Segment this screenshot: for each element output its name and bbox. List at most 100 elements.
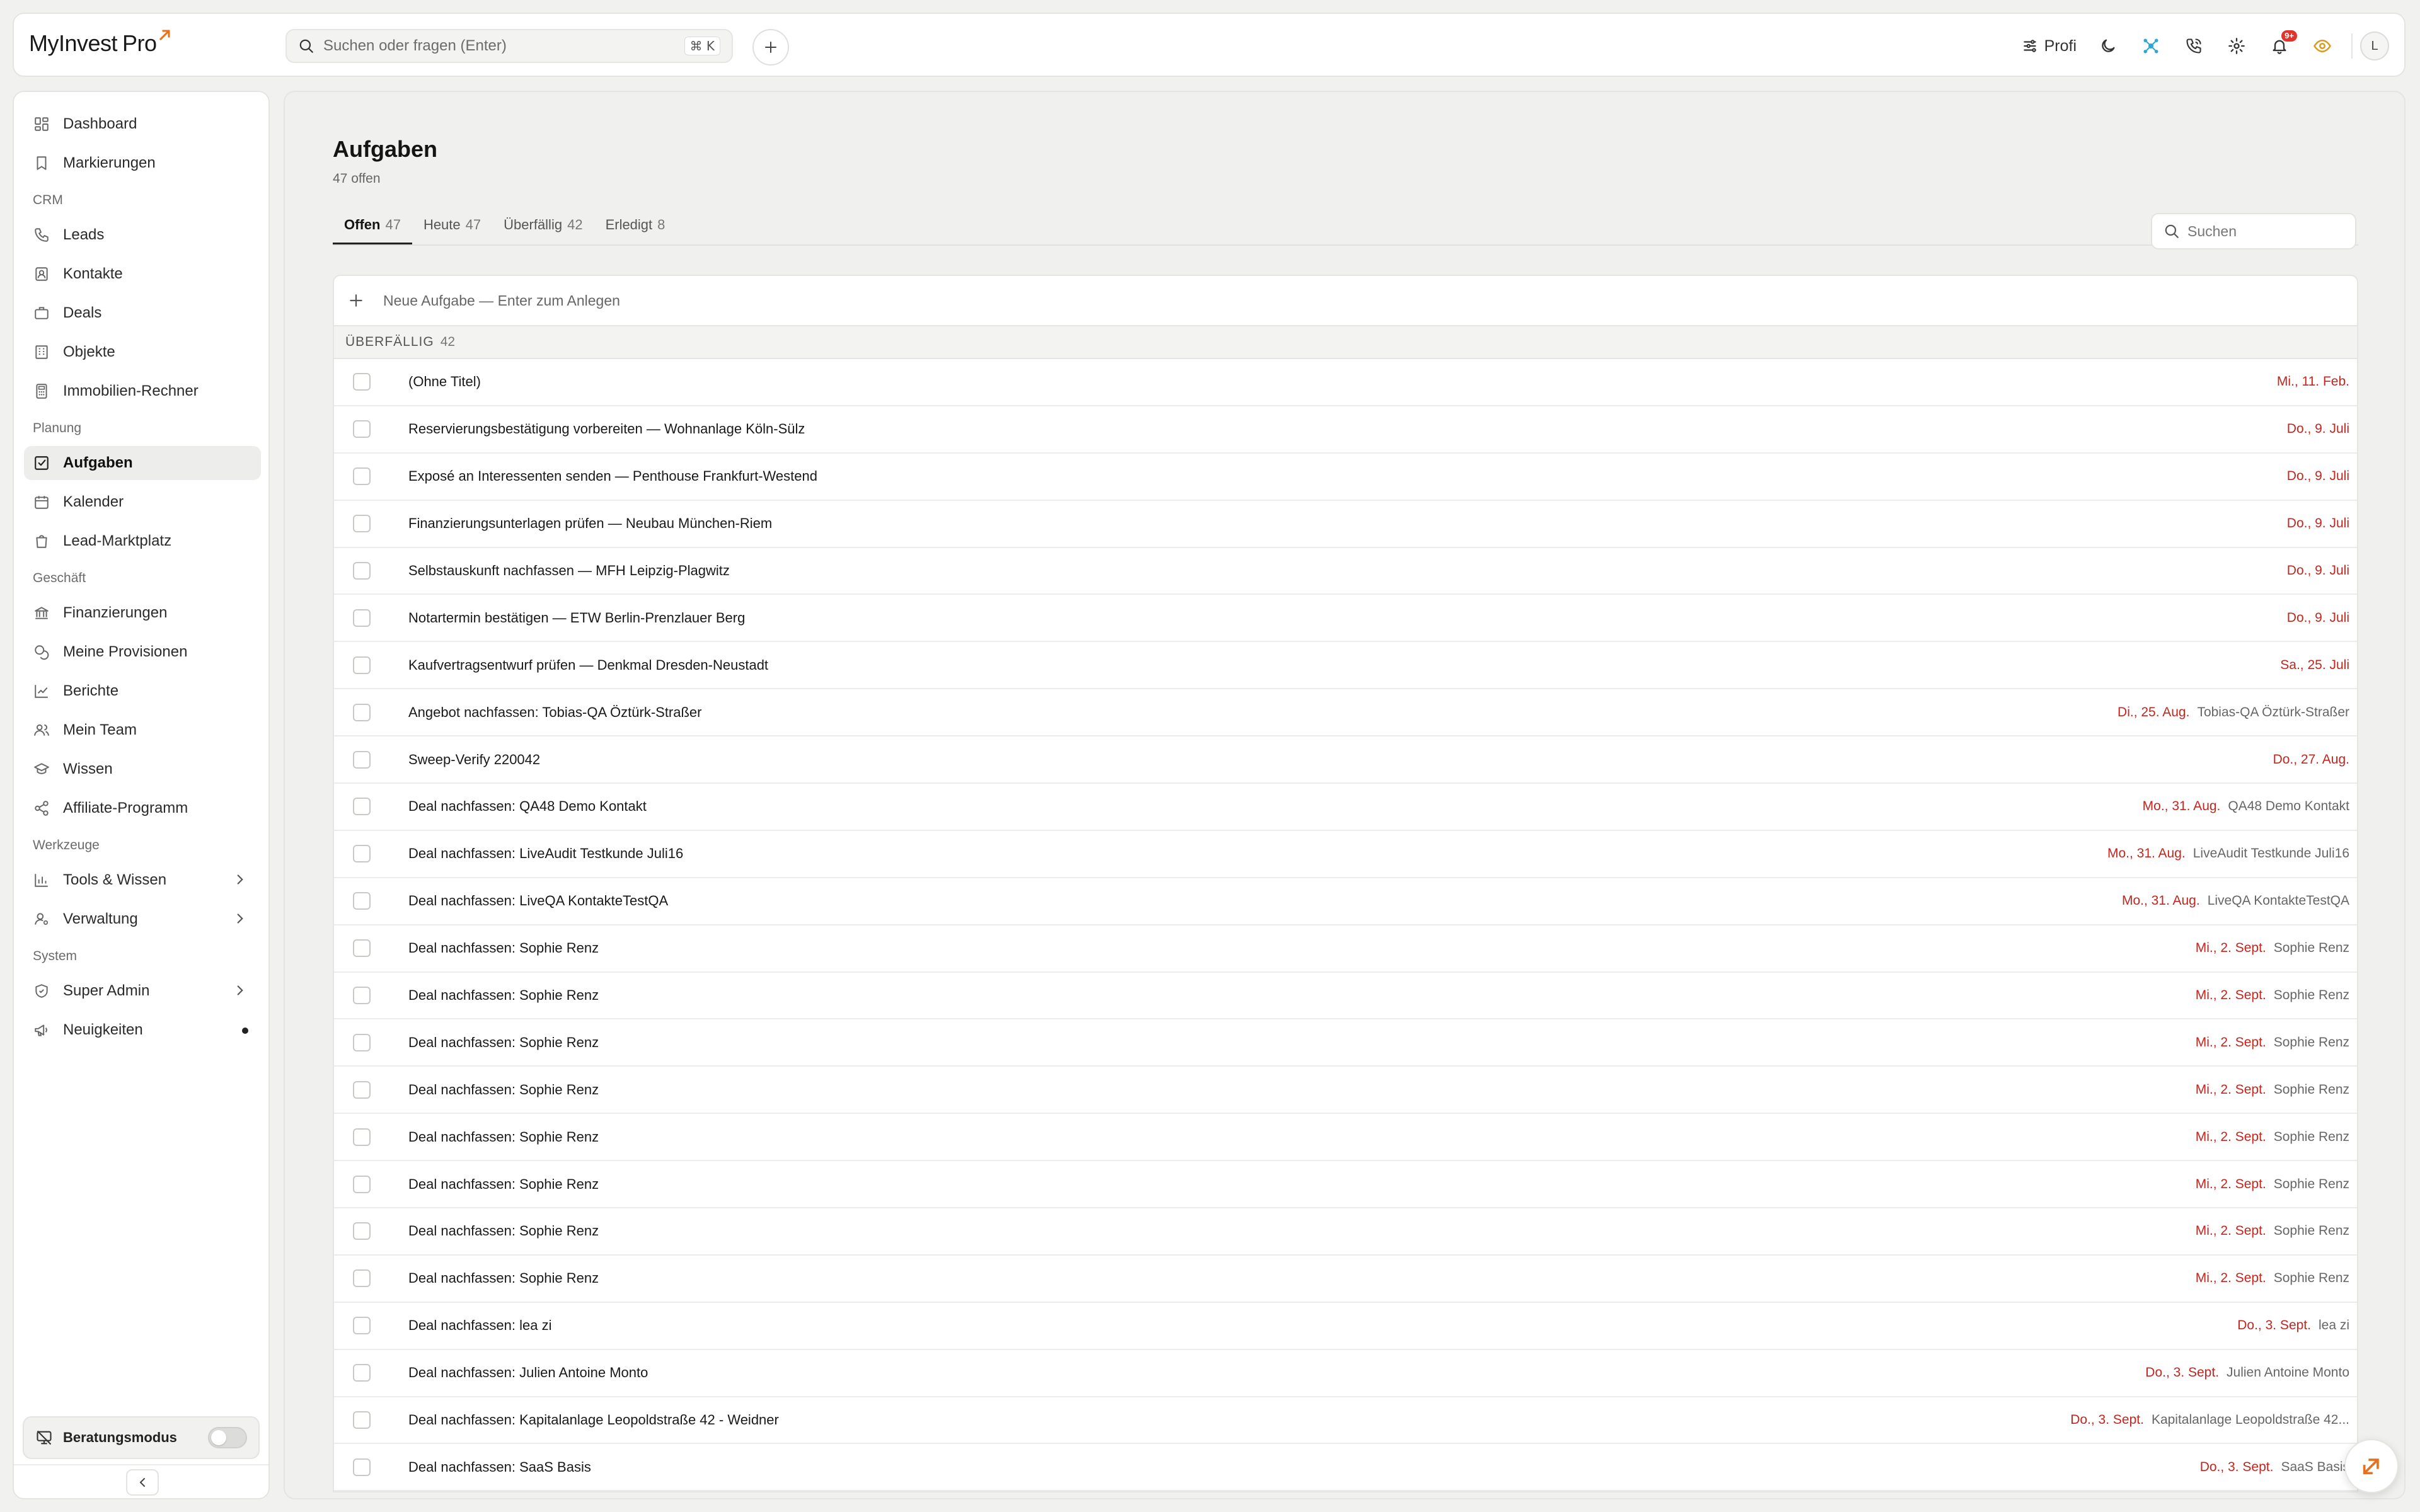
sidebar-item-kontakte[interactable]: Kontakte — [24, 257, 261, 291]
task-checkbox[interactable] — [353, 515, 371, 533]
tab-heute[interactable]: Heute 47 — [412, 209, 492, 244]
task-contact[interactable]: Sophie Renz — [2274, 1082, 2349, 1097]
task-checkbox[interactable] — [353, 656, 371, 674]
task-row[interactable]: Deal nachfassen: Sophie Renz Mi., 2. Sept… — [334, 1114, 2357, 1162]
task-row[interactable]: Deal nachfassen: Sophie Renz Mi., 2. Sept… — [334, 1161, 2357, 1209]
assistant-fab-button[interactable] — [2344, 1439, 2399, 1493]
settings-button[interactable] — [2215, 28, 2258, 64]
task-contact[interactable]: Tobias-QA Öztürk-Straßer — [2197, 705, 2349, 720]
visibility-button[interactable] — [2301, 28, 2344, 64]
task-checkbox[interactable] — [353, 1222, 371, 1240]
task-row[interactable]: Angebot nachfassen: Tobias-QA Öztürk-Str… — [334, 689, 2357, 737]
sidebar-item-markierungen[interactable]: Markierungen — [24, 146, 261, 180]
task-contact[interactable]: SaaS Basis — [2281, 1460, 2349, 1475]
task-checkbox[interactable] — [353, 892, 371, 910]
task-checkbox[interactable] — [353, 467, 371, 486]
sidebar-item-verwaltung[interactable]: Verwaltung — [24, 902, 261, 936]
task-row[interactable]: Finanzierungsunterlagen prüfen — Neubau … — [334, 501, 2357, 548]
task-row[interactable]: Deal nachfassen: Julien Antoine Monto Do.… — [334, 1350, 2357, 1397]
sidebar-item-meine-provisionen[interactable]: Meine Provisionen — [24, 635, 261, 669]
sidebar-item-finanzierungen[interactable]: Finanzierungen — [24, 596, 261, 630]
call-button[interactable] — [2172, 28, 2215, 64]
task-checkbox[interactable] — [353, 1458, 371, 1476]
new-task-input[interactable]: Neue Aufgabe — Enter zum Anlegen — [334, 276, 2357, 326]
ai-assistant-button[interactable] — [2129, 28, 2172, 64]
task-contact[interactable]: Sophie Renz — [2274, 1035, 2349, 1050]
sidebar-item-mein-team[interactable]: Mein Team — [24, 713, 261, 747]
task-row[interactable]: Deal nachfassen: Sophie Renz Mi., 2. Sept… — [334, 1019, 2357, 1067]
task-checkbox[interactable] — [353, 1317, 371, 1335]
sidebar-item-immobilien-rechner[interactable]: Immobilien-Rechner — [24, 374, 261, 408]
task-row[interactable]: Deal nachfassen: Sophie Renz Mi., 2. Sept… — [334, 925, 2357, 973]
task-row[interactable]: Deal nachfassen: Kapitalanlage Leopoldst… — [334, 1397, 2357, 1445]
task-checkbox[interactable] — [353, 1080, 371, 1099]
notifications-button[interactable]: 9+ — [2258, 28, 2301, 64]
task-row[interactable]: Deal nachfassen: LiveQA KontakteTestQA Mo… — [334, 878, 2357, 925]
task-checkbox[interactable] — [353, 939, 371, 958]
task-row[interactable]: (Ohne Titel) Mi., 11. Feb. — [334, 359, 2357, 406]
user-avatar[interactable]: L — [2360, 32, 2389, 60]
sidebar-item-berichte[interactable]: Berichte — [24, 674, 261, 708]
task-checkbox[interactable] — [353, 1364, 371, 1382]
task-row[interactable]: Selbstauskunft nachfassen — MFH Leipzig-… — [334, 548, 2357, 595]
task-row[interactable]: Deal nachfassen: lea zi Do., 3. Sept. lea … — [334, 1303, 2357, 1350]
profi-toggle-button[interactable]: Profi — [2012, 28, 2087, 64]
task-checkbox[interactable] — [353, 609, 371, 627]
task-contact[interactable]: Sophie Renz — [2274, 941, 2349, 956]
task-contact[interactable]: Kapitalanlage Leopoldstraße 42... — [2152, 1412, 2349, 1428]
tab-ueberfaellig[interactable]: Überfällig 42 — [492, 209, 594, 244]
task-checkbox[interactable] — [353, 1033, 371, 1051]
sidebar-item-super-admin[interactable]: Super Admin — [24, 974, 261, 1008]
quick-add-button[interactable] — [752, 29, 789, 66]
sidebar-item-deals[interactable]: Deals — [24, 296, 261, 330]
sidebar-item-wissen[interactable]: Wissen — [24, 752, 261, 786]
task-checkbox[interactable] — [353, 1128, 371, 1146]
task-contact[interactable]: Sophie Renz — [2274, 988, 2349, 1003]
task-contact[interactable]: Sophie Renz — [2274, 1271, 2349, 1286]
sidebar-item-leads[interactable]: Leads — [24, 218, 261, 252]
tab-erledigt[interactable]: Erledigt 8 — [594, 209, 677, 244]
task-contact[interactable]: Sophie Renz — [2274, 1130, 2349, 1145]
tab-offen[interactable]: Offen 47 — [333, 209, 412, 244]
task-contact[interactable]: LiveQA KontakteTestQA — [2208, 893, 2349, 908]
task-contact[interactable]: LiveAudit Testkunde Juli16 — [2193, 846, 2349, 861]
task-row[interactable]: Deal nachfassen: Sophie Renz Mi., 2. Sept… — [334, 1208, 2357, 1256]
task-checkbox[interactable] — [353, 987, 371, 1005]
sidebar-item-affiliate-programm[interactable]: Affiliate-Programm — [24, 791, 261, 825]
task-row[interactable]: Deal nachfassen: Sophie Renz Mi., 2. Sept… — [334, 973, 2357, 1020]
task-checkbox[interactable] — [353, 750, 371, 769]
sidebar-item-tools-wissen[interactable]: Tools & Wissen — [24, 863, 261, 897]
task-contact[interactable]: Sophie Renz — [2274, 1177, 2349, 1192]
collapse-sidebar-button[interactable] — [126, 1469, 159, 1496]
task-checkbox[interactable] — [353, 562, 371, 580]
task-checkbox[interactable] — [353, 420, 371, 438]
sidebar-item-objekte[interactable]: Objekte — [24, 335, 261, 369]
sidebar-item-aufgaben[interactable]: Aufgaben — [24, 446, 261, 480]
task-row[interactable]: Deal nachfassen: Sophie Renz Mi., 2. Sept… — [334, 1067, 2357, 1114]
task-contact[interactable]: Julien Antoine Monto — [2227, 1365, 2349, 1380]
task-contact[interactable]: Sophie Renz — [2274, 1223, 2349, 1239]
task-checkbox[interactable] — [353, 1411, 371, 1429]
global-search-input[interactable]: Suchen oder fragen (Enter) ⌘ K — [285, 29, 733, 63]
task-checkbox[interactable] — [353, 373, 371, 391]
task-checkbox[interactable] — [353, 703, 371, 721]
consultation-mode-toggle[interactable]: Beratungsmodus — [23, 1416, 260, 1459]
dark-mode-button[interactable] — [2087, 28, 2129, 64]
task-checkbox[interactable] — [353, 1269, 371, 1288]
consultation-mode-switch[interactable] — [208, 1427, 247, 1448]
task-checkbox[interactable] — [353, 1175, 371, 1193]
brand-logo[interactable]: MyInvest Pro — [29, 30, 172, 57]
task-contact[interactable]: lea zi — [2319, 1318, 2349, 1333]
sidebar-item-kalender[interactable]: Kalender — [24, 485, 261, 519]
task-row[interactable]: Deal nachfassen: LiveAudit Testkunde Jul… — [334, 831, 2357, 878]
sidebar-item-neuigkeiten[interactable]: Neuigkeiten — [24, 1013, 261, 1047]
task-row[interactable]: Reservierungsbestätigung vorbereiten — W… — [334, 406, 2357, 454]
task-row[interactable]: Deal nachfassen: Sophie Renz Mi., 2. Sept… — [334, 1256, 2357, 1303]
task-row[interactable]: Deal nachfassen: QA48 Demo Kontakt Mo., 3… — [334, 784, 2357, 831]
task-search-input[interactable]: Suchen — [2151, 213, 2356, 249]
sidebar-item-lead-marktplatz[interactable]: Lead-Marktplatz — [24, 524, 261, 558]
task-row[interactable]: Deal nachfassen: SaaS Basis Do., 3. Sept.… — [334, 1444, 2357, 1492]
task-checkbox[interactable] — [353, 798, 371, 816]
task-row[interactable]: Notartermin bestätigen — ETW Berlin-Pren… — [334, 595, 2357, 643]
task-contact[interactable]: QA48 Demo Kontakt — [2228, 799, 2349, 814]
